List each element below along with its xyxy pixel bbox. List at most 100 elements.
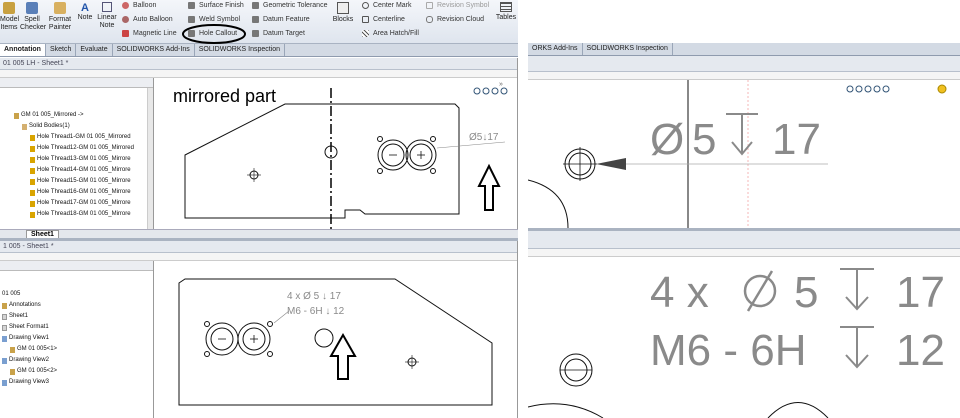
auto-balloon-button[interactable]: Auto Balloon [122, 16, 173, 23]
svg-text:»: » [499, 81, 503, 88]
top-drawing-window: 01 005 LH - Sheet1 * GM 01 005_Mirrored … [0, 58, 518, 239]
tree-item-label: Hole Thread12-GM 01 005_Mirrored [37, 145, 134, 151]
bottom-window-title: 1 005 - Sheet1 * [0, 241, 517, 253]
tree-item-hole-thread[interactable]: Hole Thread17-GM 01 005_Mirrore [30, 200, 131, 207]
spell-checker-button[interactable]: Spell Checker [20, 2, 46, 32]
drawing-view-icon [2, 379, 7, 386]
blocks-icon [337, 2, 349, 14]
view-toolbar-top[interactable] [473, 87, 508, 95]
right-top-ruler [528, 72, 960, 80]
area-hatch-button[interactable]: Area Hatch/Fill [362, 30, 419, 37]
area-hatch-icon [362, 30, 369, 37]
balloon-label: Balloon [133, 2, 157, 9]
zoom-top-canvas[interactable]: Ø 5 17 [528, 80, 960, 228]
datum-target-label: Datum Target [263, 30, 305, 37]
note-button[interactable]: A Note [76, 2, 94, 22]
centerline-button[interactable]: Centerline [362, 16, 405, 23]
tree-item-sheet1[interactable]: Sheet1 [2, 313, 28, 320]
tree-item-label: Hole Thread16-GM 01 005_Mirrore [37, 189, 131, 195]
format-painter-icon [54, 2, 66, 14]
geometric-tolerance-button[interactable]: Geometric Tolerance [252, 2, 327, 9]
centerline-icon [362, 16, 369, 23]
part-icon [10, 368, 15, 375]
format-painter-button[interactable]: Format Painter [46, 2, 74, 32]
view-toolbar-right[interactable] [846, 84, 947, 94]
tree-item-hole-thread[interactable]: Hole Thread18-GM 01 005_Mirrore [30, 211, 131, 218]
tree-item-label: Hole Thread1-GM 01 005_Mirrored [37, 134, 131, 140]
tables-label: Tables [495, 14, 517, 21]
tree-item-drawing-root[interactable]: 01 005 [2, 291, 20, 298]
zoom-bottom-canvas[interactable]: 4 x 5 17 M6 - 6H 12 [528, 257, 960, 418]
tab-solidworks-inspection[interactable]: SOLIDWORKS Inspection [195, 44, 286, 56]
center-mark-button[interactable]: Center Mark [362, 2, 412, 9]
hole-callout-text-bottom-line2: M6 - 6H ↓ 12 [287, 306, 345, 317]
revision-cloud-button[interactable]: Revision Cloud [426, 16, 484, 23]
datum-target-icon [252, 30, 259, 37]
tree-item-drawing-view1[interactable]: Drawing View1 [2, 335, 49, 342]
tables-button[interactable]: Tables [494, 2, 518, 22]
tree-item-hole-thread[interactable]: Hole Thread15-GM 01 005_Mirrore [30, 178, 131, 185]
tree-item-hole-thread[interactable]: Hole Thread1-GM 01 005_Mirrored [30, 134, 131, 141]
tree-item-drawing-view3[interactable]: Drawing View3 [2, 379, 49, 386]
tree-item-label: Drawing View2 [9, 357, 49, 363]
tree-item-solid-bodies[interactable]: Solid Bodies(1) [22, 123, 70, 130]
up-arrow-bottom [329, 332, 357, 380]
tree-scrollbar[interactable] [147, 88, 153, 229]
tree-item-label: GM 01 005<2> [17, 368, 58, 374]
hole-icon [30, 156, 35, 163]
model-items-icon [3, 2, 15, 14]
right-command-tabs: ORKS Add-Ins SOLIDWORKS Inspection [528, 43, 960, 56]
tab-sketch[interactable]: Sketch [46, 44, 77, 56]
balloon-button[interactable]: Balloon [122, 2, 156, 9]
tab-solidworks-add-ins-right[interactable]: ORKS Add-Ins [528, 43, 583, 55]
blocks-button[interactable]: Blocks [330, 2, 356, 24]
linear-note-button[interactable]: Linear Note [96, 2, 118, 30]
hole-icon [30, 145, 35, 152]
tree-item-label: Sheet Format1 [9, 324, 49, 330]
part-icon [10, 346, 15, 353]
tab-evaluate[interactable]: Evaluate [76, 44, 113, 56]
center-mark-icon [362, 2, 369, 9]
auto-balloon-label: Auto Balloon [133, 16, 173, 23]
revision-symbol-button[interactable]: Revision Symbol [426, 2, 489, 9]
top-feature-tree: GM 01 005_Mirrored -> Solid Bodies(1) Ho… [0, 78, 154, 229]
balloon-icon [122, 2, 129, 9]
tree-item-label: Hole Thread13-GM 01 005_Mirrore [37, 156, 131, 162]
tables-icon [500, 2, 512, 12]
tree-item-part-2[interactable]: GM 01 005<2> [10, 368, 57, 375]
hole-icon [30, 134, 35, 141]
datum-target-button[interactable]: Datum Target [252, 30, 305, 37]
tree-item-hole-thread[interactable]: Hole Thread12-GM 01 005_Mirrored [30, 145, 134, 152]
part-edge-arc [528, 179, 569, 228]
tab-solidworks-inspection-right[interactable]: SOLIDWORKS Inspection [583, 43, 673, 55]
tree-item-annotations[interactable]: Annotations [2, 302, 41, 309]
hole-icon [30, 167, 35, 174]
revision-symbol-icon [426, 2, 433, 9]
tree-item-part-1[interactable]: GM 01 005<1> [10, 346, 57, 353]
tree-item-label: Sheet1 [9, 313, 29, 319]
tab-annotation[interactable]: Annotation [0, 44, 46, 56]
drawing-view-icon [2, 335, 7, 342]
bottom-tree-toolbar [0, 261, 153, 271]
tab-solidworks-add-ins[interactable]: SOLIDWORKS Add-Ins [113, 44, 195, 56]
tree-item-mirrored-part[interactable]: GM 01 005_Mirrored -> [14, 112, 84, 119]
model-items-button[interactable]: Model Items [0, 2, 19, 32]
part-icon [14, 112, 19, 119]
tree-item-hole-thread[interactable]: Hole Thread16-GM 01 005_Mirrore [30, 189, 131, 196]
magnetic-line-button[interactable]: Magnetic Line [122, 30, 177, 37]
tree-item-hole-thread[interactable]: Hole Thread14-GM 01 005_Mirrore [30, 167, 131, 174]
datum-feature-button[interactable]: Datum Feature [252, 16, 310, 23]
top-drawing-canvas[interactable]: mirrored part Ø5↓17 » [155, 78, 517, 229]
tree-item-drawing-view2[interactable]: Drawing View2 [2, 357, 49, 364]
bottom-drawing-canvas[interactable]: 4 x Ø 5 ↓ 17 M6 - 6H ↓ 12 [155, 261, 517, 418]
revision-symbol-label: Revision Symbol [437, 2, 490, 9]
revision-cloud-label: Revision Cloud [437, 16, 485, 23]
leader-arrowhead [596, 158, 626, 170]
surface-finish-button[interactable]: Surface Finish [188, 2, 244, 9]
sheet-tab-bar: Sheet1 [0, 229, 518, 239]
zoom-bottom-thread: M6 - 6H [650, 326, 806, 375]
depth-symbol-top [726, 113, 758, 156]
tree-item-sheet-format[interactable]: Sheet Format1 [2, 324, 49, 331]
sheet-format-icon [2, 324, 7, 331]
tree-item-hole-thread[interactable]: Hole Thread13-GM 01 005_Mirrore [30, 156, 131, 163]
